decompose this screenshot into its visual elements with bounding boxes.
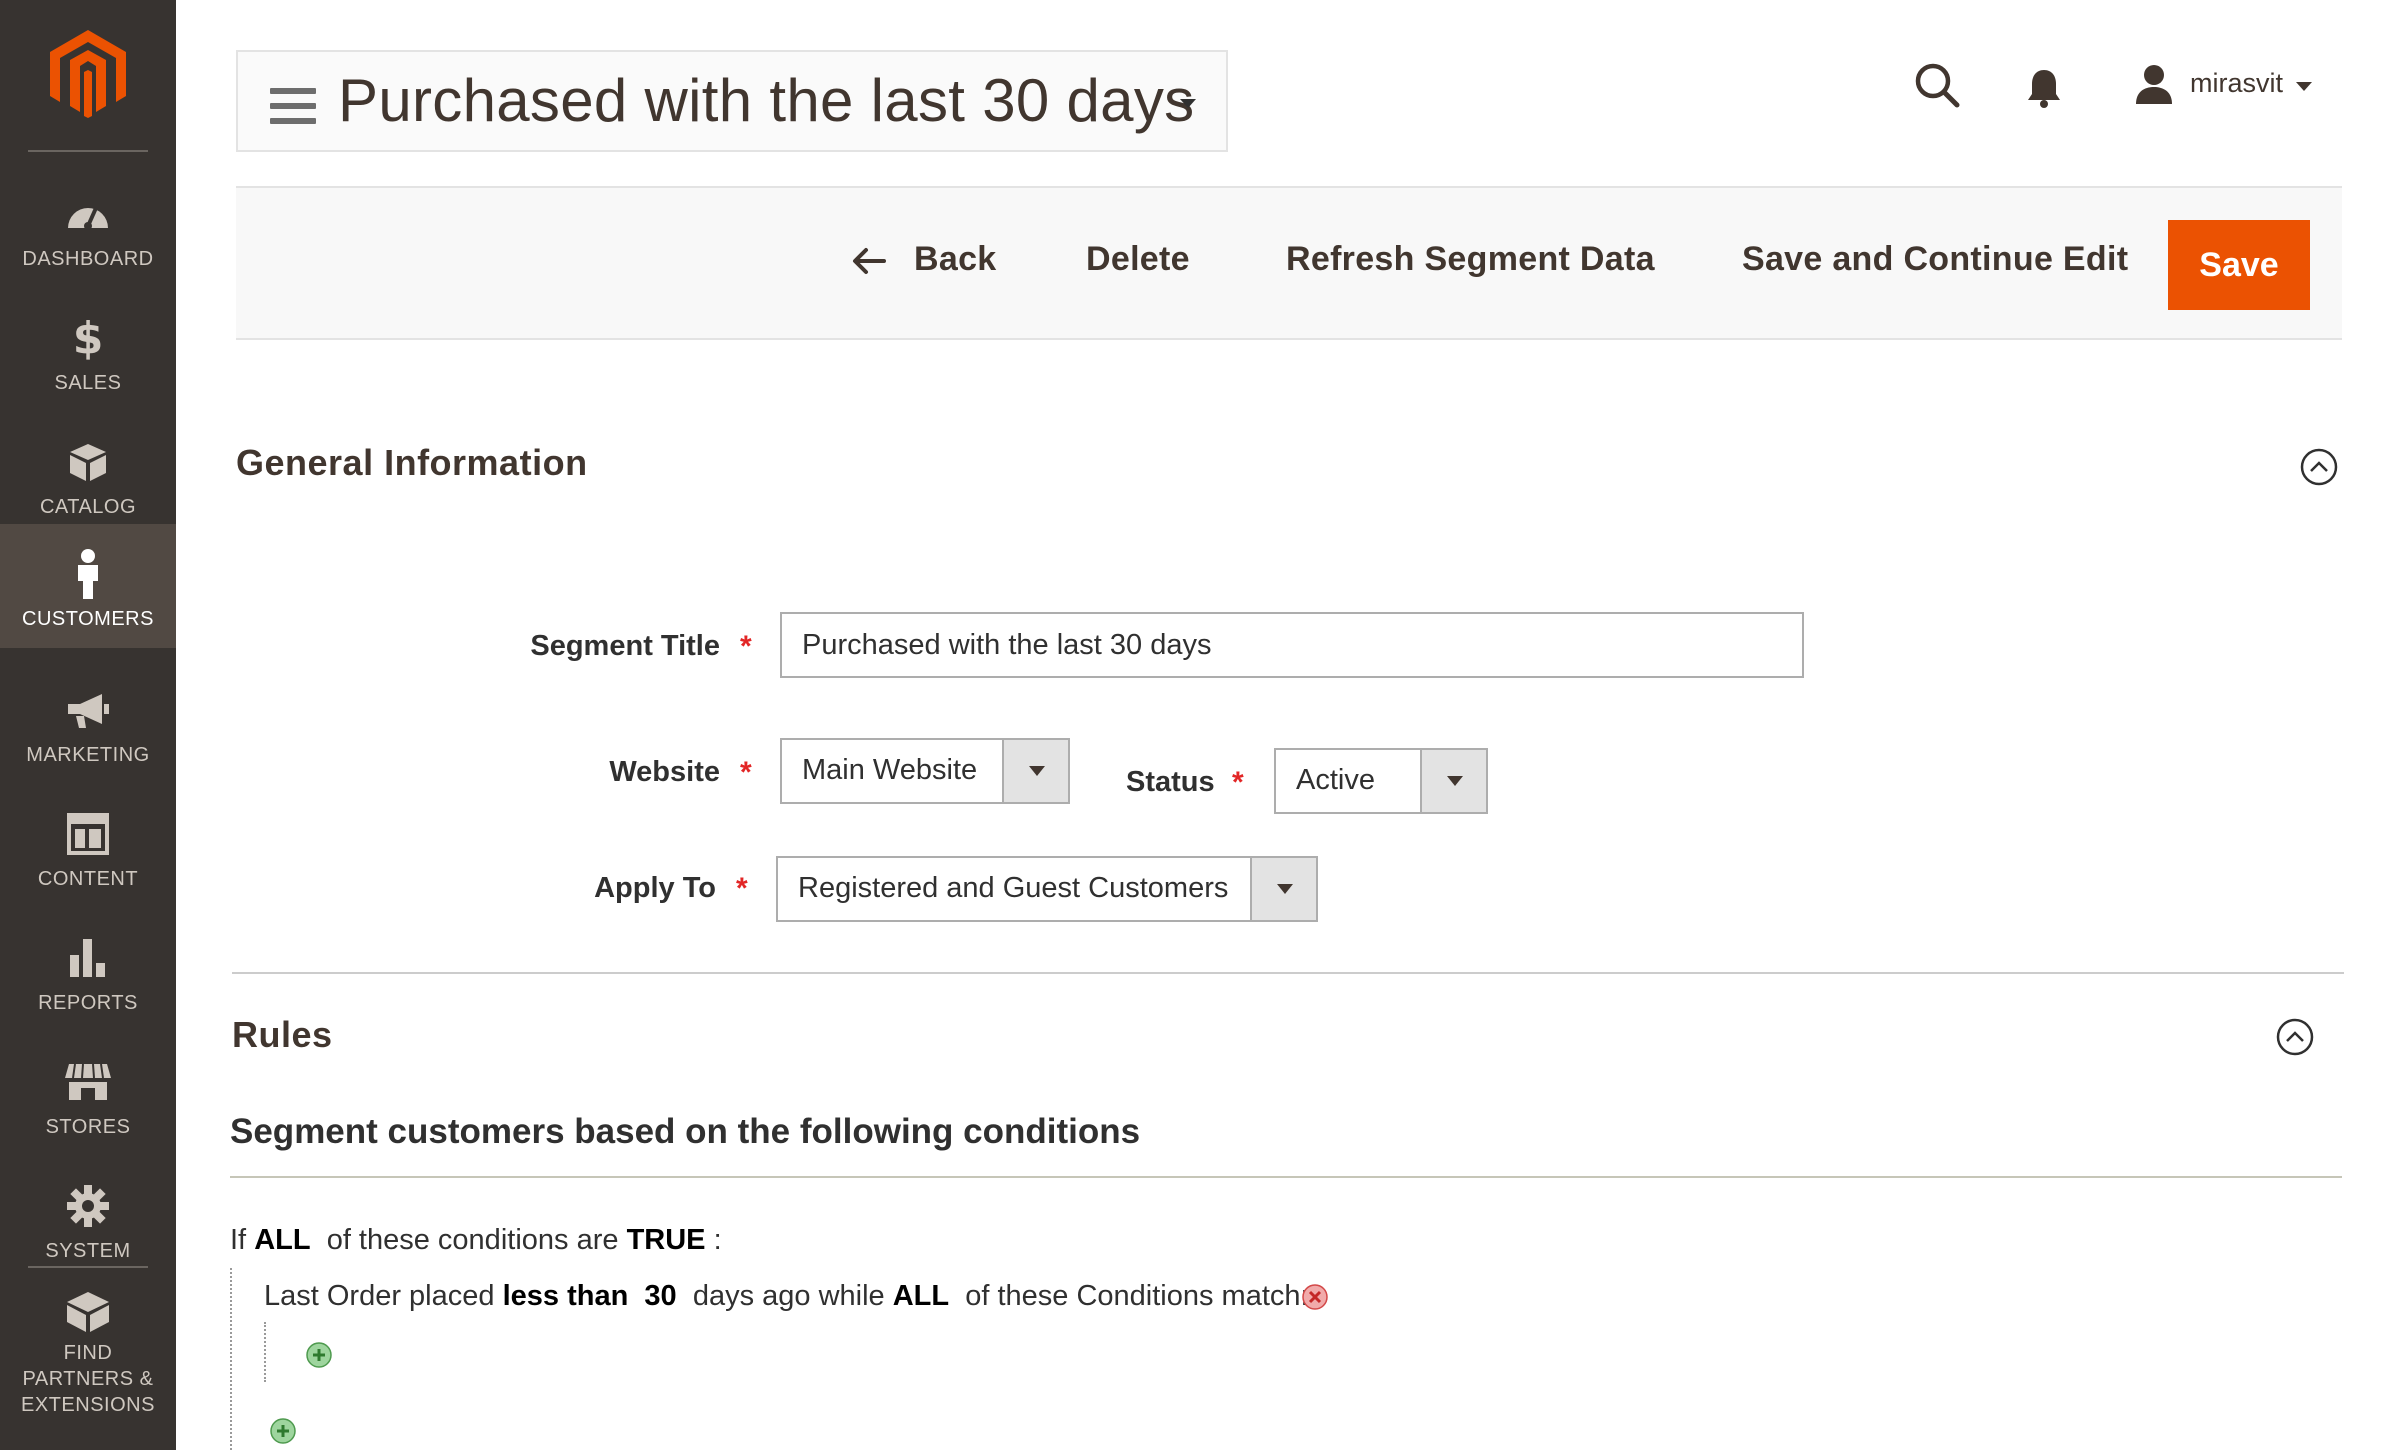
megaphone-icon xyxy=(64,688,112,732)
nav-label: FIND PARTNERS & EXTENSIONS xyxy=(21,1342,155,1416)
section-divider xyxy=(232,972,2344,974)
website-label: Website xyxy=(609,756,720,788)
person-icon xyxy=(64,549,112,599)
segment-title-input[interactable] xyxy=(780,612,1804,678)
back-button[interactable]: Back xyxy=(914,240,996,279)
website-select[interactable]: Main Website xyxy=(780,738,1070,804)
nav-label: CATALOG xyxy=(39,496,137,518)
nav-label: SYSTEM xyxy=(45,1240,131,1262)
cond-text: If xyxy=(230,1224,247,1256)
nav-item-find-partners[interactable]: FIND PARTNERS & EXTENSIONS xyxy=(0,1276,176,1426)
apply-to-select[interactable]: Registered and Guest Customers xyxy=(776,856,1318,922)
condition-last-order: Last Order placed less than 30 days ago … xyxy=(264,1280,1309,1313)
apply-to-select-value: Registered and Guest Customers xyxy=(798,872,1229,904)
dropdown-arrow-icon[interactable] xyxy=(1420,750,1486,812)
page-actions-bar: Back Delete Refresh Segment Data Save an… xyxy=(236,186,2342,340)
nav-label: SALES xyxy=(54,372,122,394)
admin-sidebar: DASHBOARD $ SALES CATALOG CUSTOMERS MARK… xyxy=(0,0,176,1450)
search-icon[interactable] xyxy=(1914,62,1960,108)
sidebar-divider xyxy=(28,150,148,152)
dashboard-icon xyxy=(64,192,112,236)
dropdown-arrow-icon[interactable] xyxy=(1002,740,1068,802)
dropdown-arrow-icon[interactable] xyxy=(1250,858,1316,920)
add-condition-icon[interactable] xyxy=(306,1342,332,1368)
nav-item-stores[interactable]: STORES xyxy=(0,1032,176,1156)
arrow-left-icon[interactable] xyxy=(852,246,886,276)
user-name[interactable]: mirasvit xyxy=(2190,68,2283,99)
refresh-segment-data-button[interactable]: Refresh Segment Data xyxy=(1286,240,1655,279)
condition-root: If ALL of these conditions are TRUE : xyxy=(230,1224,722,1257)
apply-to-label: Apply To xyxy=(594,872,716,904)
collapse-up-icon[interactable] xyxy=(2276,1018,2314,1056)
nav-item-customers[interactable]: CUSTOMERS xyxy=(0,524,176,648)
rules-divider xyxy=(230,1176,2342,1178)
bell-icon[interactable] xyxy=(2026,68,2062,108)
website-select-value: Main Website xyxy=(802,754,978,786)
status-select-value: Active xyxy=(1296,764,1375,796)
hamburger-menu-icon[interactable] xyxy=(270,88,316,124)
cond-text: of these conditions are xyxy=(326,1224,619,1256)
page-title: Purchased with the last 30 days xyxy=(338,67,1195,134)
required-indicator: * xyxy=(736,872,748,905)
dollar-icon: $ xyxy=(72,312,104,364)
days-value[interactable]: 30 xyxy=(644,1280,676,1312)
blocks-icon xyxy=(64,1290,112,1334)
aggregator-select[interactable]: ALL xyxy=(893,1280,949,1312)
save-button[interactable]: Save xyxy=(2168,220,2310,310)
cond-text: Last Order placed xyxy=(264,1280,495,1312)
cond-text: : xyxy=(713,1224,722,1256)
chevron-down-icon[interactable] xyxy=(2296,82,2312,91)
nav-item-catalog[interactable]: CATALOG xyxy=(0,412,176,536)
status-label: Status xyxy=(1126,766,1215,798)
gear-icon xyxy=(64,1184,112,1228)
aggregator-select[interactable]: ALL xyxy=(254,1224,310,1256)
magento-logo-icon[interactable] xyxy=(50,30,126,118)
nav-label: CONTENT xyxy=(37,868,139,890)
required-indicator: * xyxy=(740,630,752,663)
condition-tree-line xyxy=(264,1322,266,1382)
rules-subtitle: Segment customers based on the following… xyxy=(230,1112,1141,1151)
general-information-heading[interactable]: General Information xyxy=(236,442,588,484)
nav-item-dashboard[interactable]: DASHBOARD xyxy=(0,164,176,288)
required-indicator: * xyxy=(1232,766,1244,799)
chevron-down-icon[interactable] xyxy=(1180,99,1196,108)
layout-icon xyxy=(64,812,112,856)
nav-item-system[interactable]: SYSTEM xyxy=(0,1156,176,1280)
nav-label: CUSTOMERS xyxy=(22,608,154,630)
box-icon xyxy=(64,440,112,484)
cond-text: days ago while xyxy=(692,1280,885,1312)
rules-heading[interactable]: Rules xyxy=(232,1014,333,1056)
status-select[interactable]: Active xyxy=(1274,748,1488,814)
nav-item-sales[interactable]: $ SALES xyxy=(0,288,176,412)
nav-item-content[interactable]: CONTENT xyxy=(0,784,176,908)
delete-button[interactable]: Delete xyxy=(1086,240,1190,279)
cond-text: of these Conditions match: xyxy=(965,1280,1309,1312)
storefront-icon xyxy=(64,1060,112,1104)
collapse-up-icon[interactable] xyxy=(2300,448,2338,486)
sidebar-divider xyxy=(28,1266,148,1268)
add-condition-icon[interactable] xyxy=(270,1418,296,1444)
bar-chart-icon xyxy=(64,936,112,980)
value-select[interactable]: TRUE xyxy=(627,1224,706,1256)
condition-tree-line xyxy=(230,1268,232,1450)
page-title-switcher[interactable]: Purchased with the last 30 days xyxy=(236,50,1228,152)
operator-select[interactable]: less than xyxy=(503,1280,629,1312)
user-avatar-icon[interactable] xyxy=(2134,64,2174,104)
segment-title-label: Segment Title xyxy=(530,630,720,662)
save-and-continue-button[interactable]: Save and Continue Edit xyxy=(1742,240,2128,279)
nav-label: MARKETING xyxy=(26,744,150,766)
nav-item-marketing[interactable]: MARKETING xyxy=(0,660,176,784)
nav-label: DASHBOARD xyxy=(22,248,154,270)
required-indicator: * xyxy=(740,756,752,789)
remove-condition-icon[interactable] xyxy=(1302,1284,1328,1310)
nav-label: REPORTS xyxy=(38,992,138,1014)
nav-item-reports[interactable]: REPORTS xyxy=(0,908,176,1032)
nav-label: STORES xyxy=(45,1116,131,1138)
